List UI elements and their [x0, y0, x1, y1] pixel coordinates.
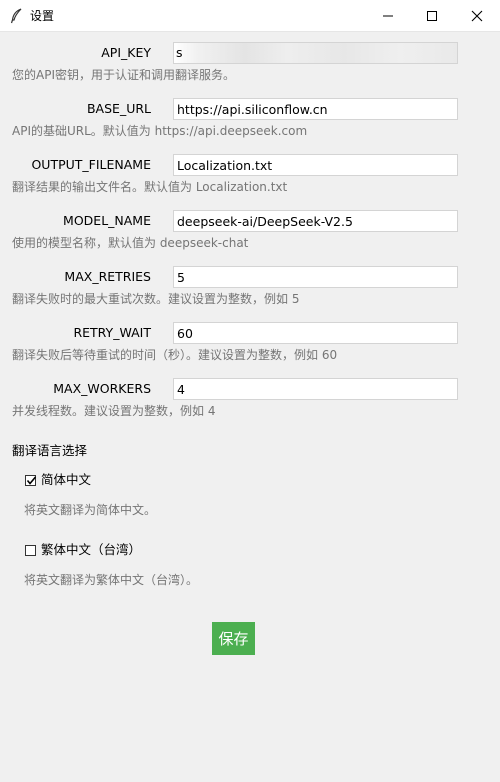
close-icon — [471, 10, 483, 22]
base-url-input[interactable] — [173, 98, 458, 120]
simplified-chinese-option[interactable]: 简体中文 — [25, 472, 91, 488]
traditional-chinese-label: 繁体中文（台湾） — [41, 542, 142, 557]
max-retries-label: MAX_RETRIES — [64, 269, 151, 284]
base-url-description: API的基础URL。默认值为 https://api.deepseek.com — [12, 124, 308, 138]
retry-wait-input[interactable] — [173, 322, 458, 344]
output-filename-description: 翻译结果的输出文件名。默认值为 Localization.txt — [12, 180, 288, 194]
api-key-description: 您的API密钥，用于认证和调用翻译服务。 — [12, 68, 235, 82]
traditional-chinese-option[interactable]: 繁体中文（台湾） — [25, 542, 141, 558]
max-retries-input[interactable] — [173, 266, 458, 288]
model-name-label: MODEL_NAME — [63, 213, 151, 228]
minimize-icon — [382, 10, 394, 22]
maximize-icon — [426, 10, 438, 22]
simplified-chinese-description: 将英文翻译为简体中文。 — [24, 503, 157, 517]
max-workers-description: 并发线程数。建议设置为整数，例如 4 — [12, 404, 216, 418]
retry-wait-label: RETRY_WAIT — [73, 325, 151, 340]
window-title: 设置 — [30, 9, 55, 23]
retry-wait-description: 翻译失败后等待重试的时间（秒）。建议设置为整数，例如 60 — [12, 348, 338, 362]
close-button[interactable] — [455, 0, 499, 32]
api-key-visible-char: s — [176, 45, 183, 60]
simplified-chinese-label: 简体中文 — [41, 472, 92, 487]
maximize-button[interactable] — [410, 0, 454, 32]
max-retries-description: 翻译失败时的最大重试次数。建议设置为整数，例如 5 — [12, 292, 300, 306]
output-filename-label: OUTPUT_FILENAME — [31, 157, 151, 172]
language-section-title: 翻译语言选择 — [12, 443, 88, 458]
model-name-description: 使用的模型名称，默认值为 deepseek-chat — [12, 236, 249, 250]
api-key-input[interactable] — [173, 42, 458, 64]
model-name-input[interactable] — [173, 210, 458, 232]
traditional-chinese-description: 将英文翻译为繁体中文（台湾）。 — [24, 573, 199, 587]
base-url-label: BASE_URL — [86, 101, 151, 116]
max-workers-input[interactable] — [173, 378, 458, 400]
save-button[interactable]: 保存 — [212, 622, 255, 655]
feather-icon — [10, 8, 24, 24]
title-bar[interactable]: 设置 — [0, 0, 500, 32]
minimize-button[interactable] — [366, 0, 410, 32]
simplified-chinese-checkbox[interactable] — [25, 474, 37, 486]
output-filename-input[interactable] — [173, 154, 458, 176]
max-workers-label: MAX_WORKERS — [53, 381, 151, 396]
api-key-label: API_KEY — [101, 45, 151, 60]
traditional-chinese-checkbox[interactable] — [25, 544, 36, 556]
